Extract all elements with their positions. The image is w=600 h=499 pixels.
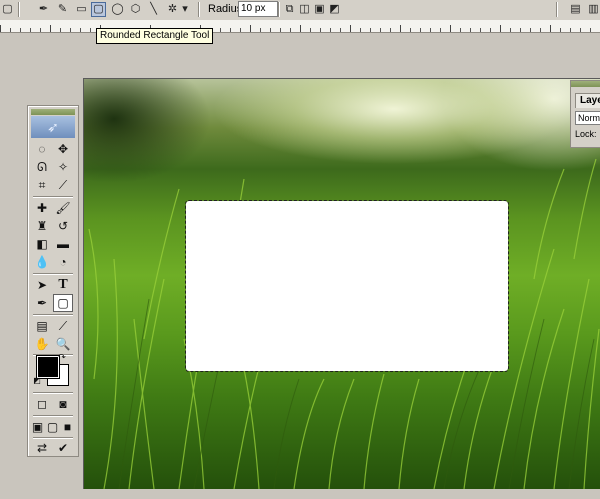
- toolbox-titlebar[interactable]: [31, 109, 75, 115]
- chevron-down-icon[interactable]: ▾: [180, 2, 190, 17]
- custom-shape-icon[interactable]: ✲: [165, 2, 180, 17]
- line-icon[interactable]: ╲: [146, 2, 161, 17]
- radius-input[interactable]: 10 px: [238, 1, 278, 17]
- brush-icon[interactable]: 🖌: [53, 199, 73, 217]
- divider: [33, 314, 73, 316]
- dodge-icon[interactable]: ◔: [53, 253, 73, 271]
- rounded-rectangle-tool-icon[interactable]: ▢: [53, 294, 73, 312]
- divider: [33, 392, 73, 394]
- gradient-icon[interactable]: ▬: [53, 235, 73, 253]
- tab-layers[interactable]: Layer: [575, 93, 600, 108]
- horizontal-ruler: [0, 20, 600, 33]
- screen-mode-full-menu-icon[interactable]: ▢: [45, 418, 60, 436]
- rectangle-icon[interactable]: ▭: [74, 2, 89, 17]
- brushes-icon[interactable]: ▥: [586, 2, 600, 17]
- freeform-pen-icon[interactable]: ✎: [55, 2, 70, 17]
- eraser-icon[interactable]: ◧: [32, 235, 52, 253]
- feather-logo-icon[interactable]: ➶: [31, 116, 75, 138]
- eyedropper-icon[interactable]: ⟋: [53, 317, 73, 335]
- add-icon[interactable]: ⧉: [282, 2, 297, 17]
- slice-icon[interactable]: ⟋: [53, 176, 73, 194]
- lasso-icon[interactable]: ᘏ: [32, 158, 52, 176]
- rounded-rectangle-shape[interactable]: [185, 200, 509, 372]
- divider: [33, 415, 73, 417]
- blend-mode-select[interactable]: Norma: [575, 111, 600, 125]
- standard-mode-icon[interactable]: ◻: [32, 395, 52, 413]
- jump-to-imageready-icon[interactable]: ⇄: [32, 439, 52, 457]
- swap-colors-icon[interactable]: ↷: [56, 352, 68, 362]
- intersect-icon[interactable]: ▣: [312, 2, 327, 17]
- divider: [33, 273, 73, 275]
- exclude-icon[interactable]: ◩: [327, 2, 342, 17]
- path-selection-icon[interactable]: ➤: [32, 276, 52, 294]
- hand-icon[interactable]: ✋: [32, 335, 52, 353]
- divider: [33, 196, 73, 198]
- divider: [556, 2, 558, 17]
- divider: [278, 2, 280, 17]
- pen-tool-icon[interactable]: ✒: [32, 294, 52, 312]
- tooltip: Rounded Rectangle Tool: [96, 28, 214, 44]
- screen-mode-standard-icon[interactable]: ▣: [30, 418, 45, 436]
- imageready-icon[interactable]: ✔: [53, 439, 73, 457]
- subtract-icon[interactable]: ◫: [297, 2, 312, 17]
- move-icon[interactable]: ✥: [53, 140, 73, 158]
- quick-mask-icon[interactable]: ◙: [53, 395, 73, 413]
- lock-label: Lock:: [575, 129, 597, 139]
- default-colors-icon[interactable]: ◩: [32, 376, 42, 386]
- polygon-icon[interactable]: ⬡: [128, 2, 143, 17]
- clone-stamp-icon[interactable]: ♜: [32, 217, 52, 235]
- notes-icon[interactable]: ▤: [32, 317, 52, 335]
- pen-icon[interactable]: ✒: [36, 2, 51, 17]
- rounded-rectangle-icon[interactable]: ▢: [91, 2, 106, 17]
- ellipse-icon[interactable]: ◯: [110, 2, 125, 17]
- screen-mode-full-icon[interactable]: ■: [60, 418, 75, 436]
- shape-layers-icon[interactable]: ▢: [0, 2, 15, 17]
- layers-panel-titlebar[interactable]: [571, 81, 600, 87]
- magic-wand-icon[interactable]: ✧: [53, 158, 73, 176]
- history-brush-icon[interactable]: ↺: [53, 217, 73, 235]
- toolbox: ➶ ◌ ✥ ᘏ ✧ ⌗ ⟋ ✚ 🖌 ♜ ↺ ◧ ▬ 💧 ◔ ➤ T ✒ ▢ ▤ …: [27, 105, 79, 457]
- healing-brush-icon[interactable]: ✚: [32, 199, 52, 217]
- layers-panel: Layer Norma Lock:: [570, 80, 600, 148]
- type-icon[interactable]: T: [53, 276, 73, 294]
- palette-well-icon[interactable]: ▤: [568, 2, 583, 17]
- divider: [18, 2, 20, 17]
- marquee-icon[interactable]: ◌: [32, 140, 52, 158]
- divider: [198, 2, 200, 17]
- options-bar: ▢ ✒ ✎ ▭ ▢ ◯ ⬡ ╲ ✲ ▾ Radius: 10 px ⧉ ◫ ▣ …: [0, 0, 600, 21]
- document-canvas[interactable]: [83, 78, 600, 489]
- zoom-icon[interactable]: 🔍: [53, 335, 73, 353]
- crop-icon[interactable]: ⌗: [32, 176, 52, 194]
- blur-icon[interactable]: 💧: [32, 253, 52, 271]
